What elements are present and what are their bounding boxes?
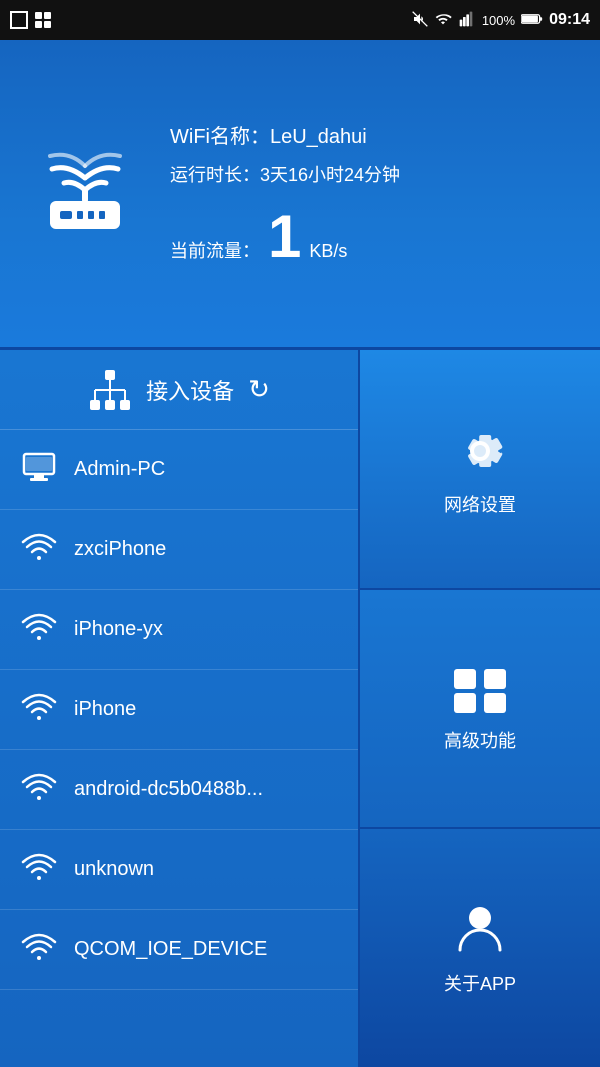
device-type-icon [20,688,58,731]
header-section: WiFi名称：LeU_dahui 运行时长：3天16小时24分钟 当前流量： 1… [0,40,600,350]
router-icon [30,136,140,251]
network-settings-label: 网络设置 [444,491,516,517]
traffic-row: 当前流量： 1 KB/s [170,207,570,267]
network-settings-button[interactable]: 网络设置 [360,350,600,590]
device-type-icon [20,928,58,971]
wifi-name: WiFi名称：LeU_dahui [170,120,570,149]
device-list-item[interactable]: Admin-PC [0,430,358,510]
device-panel: 接入设备 ↻ Admin-PC zxciPhone [0,350,360,1067]
device-type-icon [20,768,58,811]
device-list-item[interactable]: unknown [0,830,358,910]
device-list-item[interactable]: android-dc5b0488b... [0,750,358,830]
traffic-unit: KB/s [309,241,347,262]
traffic-label: 当前流量： [170,237,260,263]
device-list: Admin-PC zxciPhone iPhone-yx [0,430,358,990]
traffic-value: 1 [268,207,301,267]
device-name: Admin-PC [74,458,165,481]
signal-icon [458,11,476,30]
device-list-item[interactable]: zxciPhone [0,510,358,590]
device-name: iPhone-yx [74,618,163,641]
device-type-icon [20,848,58,891]
device-name: unknown [74,858,154,881]
wifi-status-icon [434,11,452,30]
device-type-icon [20,448,58,491]
mute-icon [412,11,428,30]
function-panel: 网络设置 高级功能 关于APP [360,350,600,1067]
device-name: zxciPhone [74,538,166,561]
device-list-item[interactable]: iPhone [0,670,358,750]
main-content: 接入设备 ↻ Admin-PC zxciPhone [0,350,600,1067]
device-list-item[interactable]: iPhone-yx [0,590,358,670]
device-name: QCOM_IOE_DEVICE [74,938,267,961]
battery-icon [521,12,543,29]
device-list-item[interactable]: QCOM_IOE_DEVICE [0,910,358,990]
refresh-icon[interactable]: ↻ [248,374,270,405]
router-info: WiFi名称：LeU_dahui 运行时长：3天16小时24分钟 当前流量： 1… [170,120,570,267]
advanced-features-label: 高级功能 [444,727,516,753]
device-type-icon [20,528,58,571]
device-name: iPhone [74,698,136,721]
status-left-icons [10,11,52,29]
status-bar: 100% 09:14 [0,0,600,40]
device-name: android-dc5b0488b... [74,778,263,801]
device-type-icon [20,608,58,651]
battery-label: 100% [482,13,515,28]
about-app-button[interactable]: 关于APP [360,829,600,1067]
status-right-icons: 100% 09:14 [412,11,590,30]
device-panel-header: 接入设备 ↻ [0,350,358,430]
app-icon-2 [34,11,52,29]
advanced-features-button[interactable]: 高级功能 [360,590,600,830]
app-icon-1 [10,11,28,29]
status-time: 09:14 [549,11,590,29]
about-app-label: 关于APP [444,970,516,996]
device-panel-title: 接入设备 [146,374,234,406]
uptime: 运行时长：3天16小时24分钟 [170,161,570,187]
